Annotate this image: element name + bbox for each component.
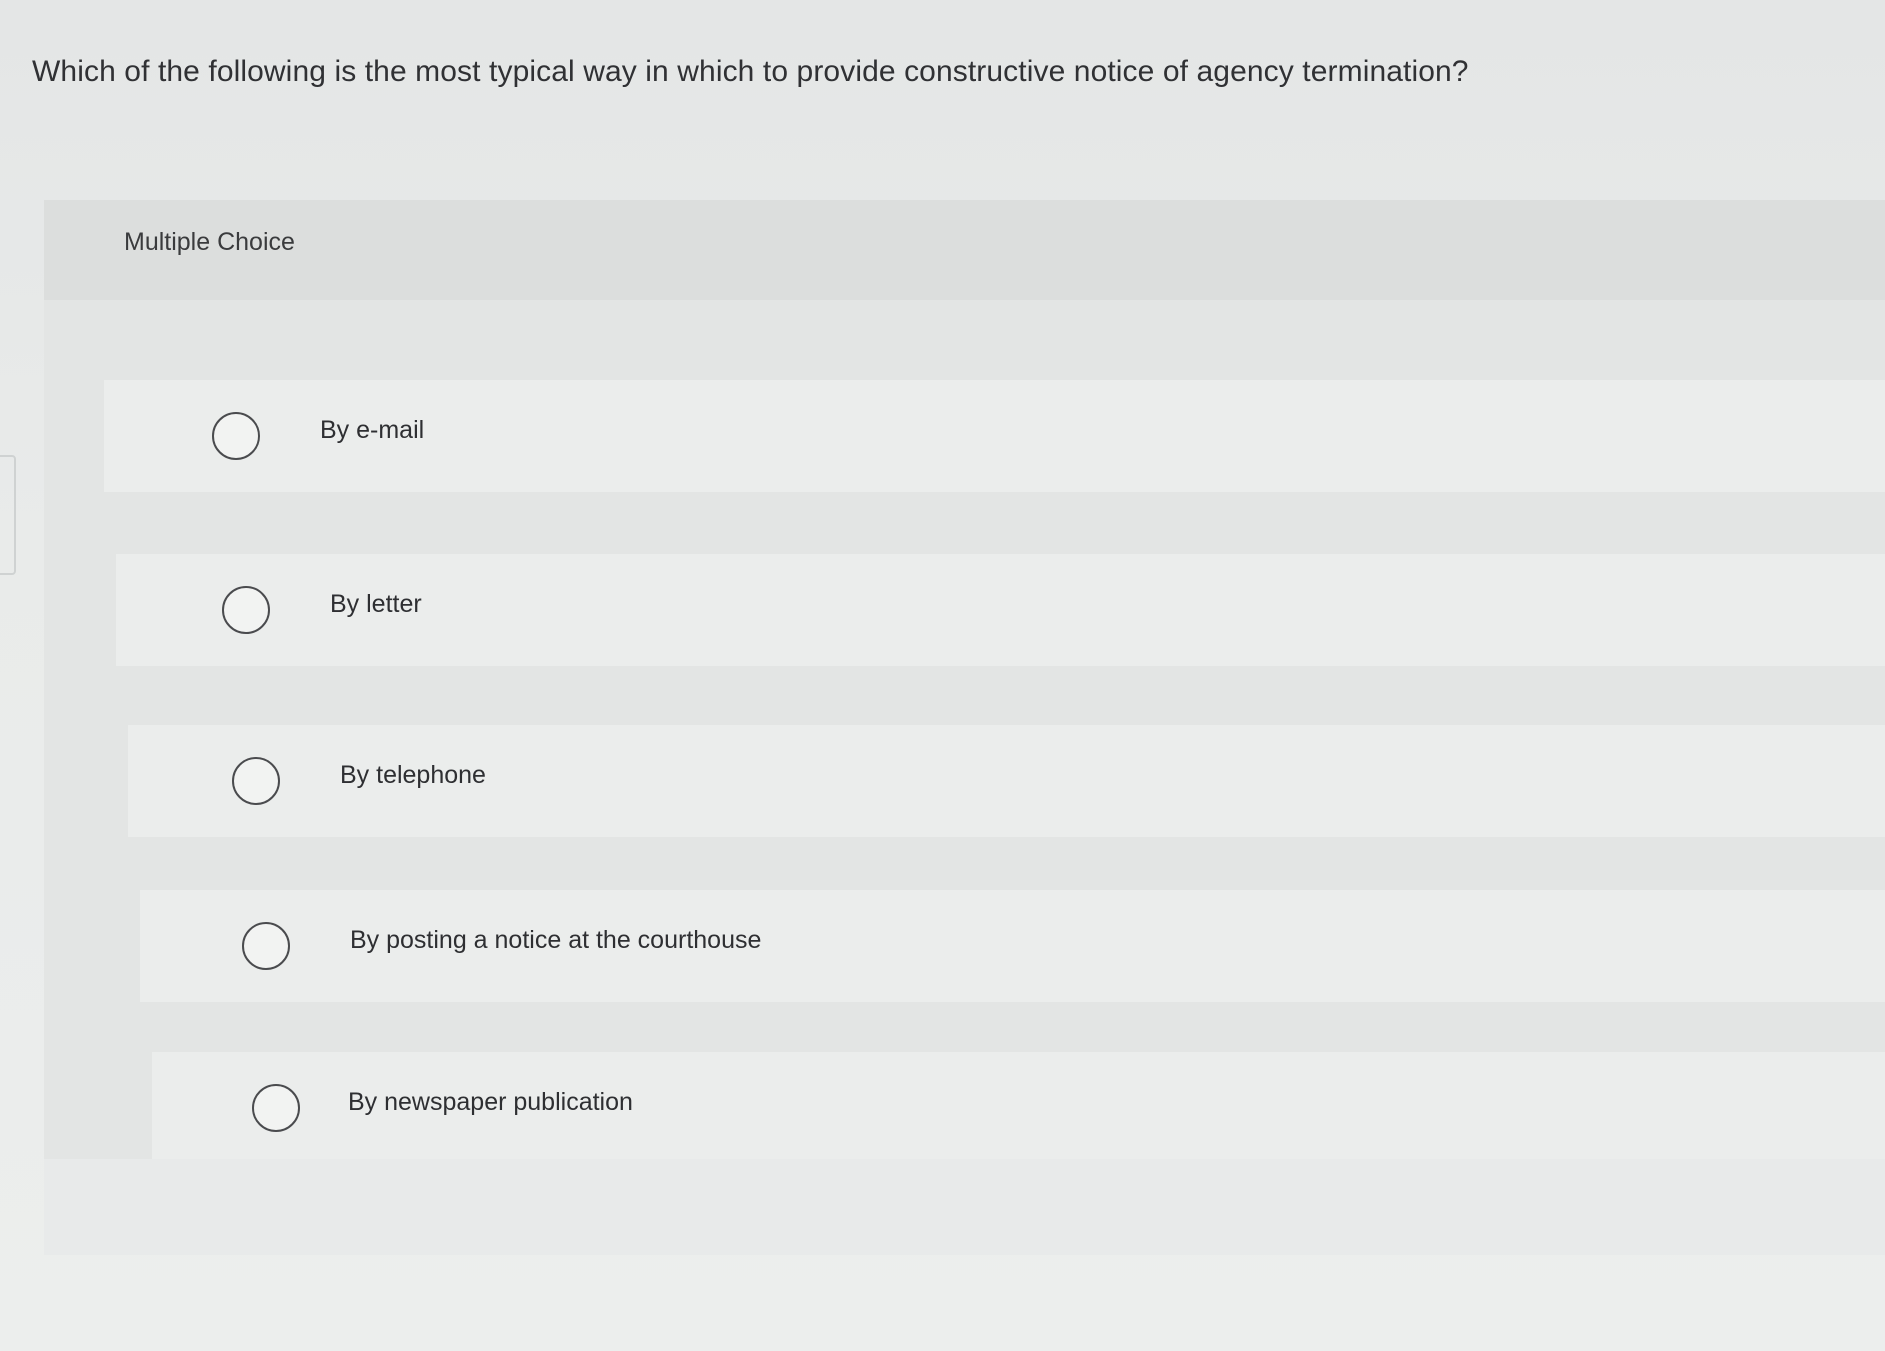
answer-option-label: By newspaper publication	[348, 1088, 633, 1116]
answer-option-4[interactable]: By posting a notice at the courthouse	[140, 890, 1885, 1002]
radio-button[interactable]	[252, 1084, 300, 1132]
left-edge-tab	[0, 455, 16, 575]
answer-option-5[interactable]: By newspaper publication	[152, 1052, 1885, 1164]
answer-option-3[interactable]: By telephone	[128, 725, 1885, 837]
answer-option-label: By e-mail	[320, 416, 425, 444]
multiple-choice-panel: Multiple Choice By e-mail By letter By t…	[44, 200, 1885, 1255]
answer-option-label: By telephone	[340, 761, 486, 789]
radio-button[interactable]	[232, 757, 280, 805]
radio-button[interactable]	[222, 586, 270, 634]
answer-options: By e-mail By letter By telephone By post…	[44, 300, 1885, 1255]
radio-button[interactable]	[212, 412, 260, 460]
panel-footer	[44, 1159, 1885, 1255]
question-prompt: Which of the following is the most typic…	[32, 55, 1469, 88]
answer-option-2[interactable]: By letter	[116, 554, 1885, 666]
radio-button[interactable]	[242, 922, 290, 970]
question-type-label: Multiple Choice	[124, 228, 295, 256]
answer-option-label: By letter	[330, 590, 422, 618]
answer-option-1[interactable]: By e-mail	[104, 380, 1885, 492]
answer-option-label: By posting a notice at the courthouse	[350, 926, 762, 954]
panel-header: Multiple Choice	[44, 200, 1885, 300]
